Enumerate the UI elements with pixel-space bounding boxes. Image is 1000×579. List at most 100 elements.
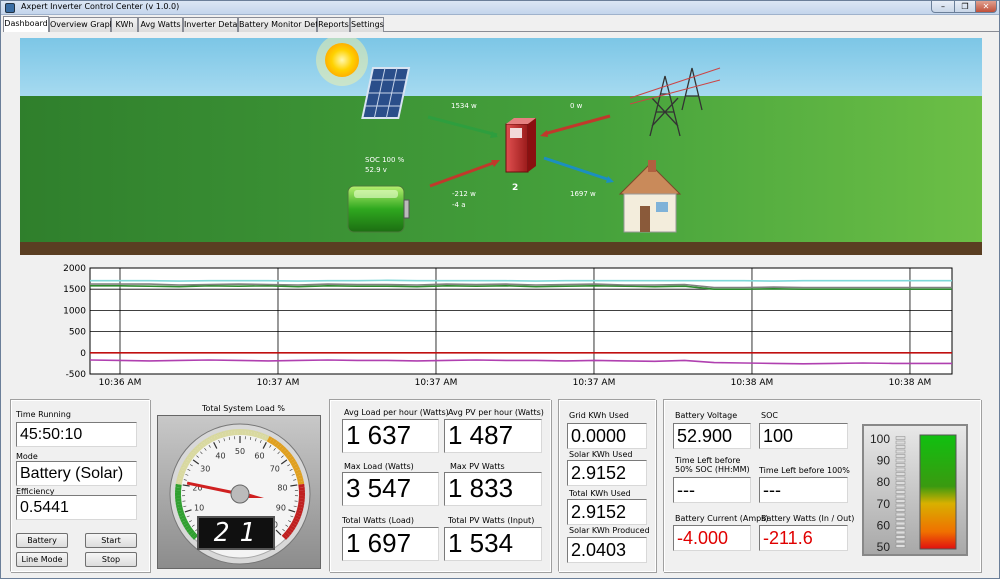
soc-tick-mark: [895, 481, 906, 485]
soc-tick-mark: [895, 476, 906, 481]
battery-current-label: Battery Current (Amps): [675, 514, 769, 523]
grid-kwh-label: Grid KWh Used: [569, 411, 629, 420]
tab-kwh[interactable]: KWh: [111, 17, 138, 32]
chart-ytick-label: 1500: [63, 285, 86, 295]
battery-voltage-label: 52.9 v: [365, 166, 387, 174]
soc-tick-mark: [895, 449, 906, 454]
chart-ytick-label: -500: [66, 370, 87, 380]
time-left-50-field: ---: [673, 477, 751, 503]
tab-avg-watts[interactable]: Avg Watts: [138, 17, 183, 32]
chart-xtick-label: 10:38 AM: [889, 378, 932, 388]
battery-icon: [347, 185, 410, 233]
gauge-digital-readout: 21: [197, 516, 275, 550]
gauge-band-segment: [177, 472, 185, 477]
mode-field: Battery (Solar): [16, 461, 137, 486]
soc-tick-label: 60: [877, 518, 891, 532]
gauge-band-segment: [175, 480, 183, 485]
soc-tick-mark: [895, 445, 906, 449]
gauge-band-segment: [293, 466, 301, 472]
gauge-band-segment: [188, 529, 195, 536]
soc-tick-mark: [895, 521, 906, 526]
soc-tick-mark: [895, 458, 906, 463]
total-load-field: 1 697: [342, 527, 439, 561]
gauge-tick-label: 40: [215, 452, 225, 461]
total-pv-label: Total PV Watts (Input): [448, 516, 535, 525]
gauge-band-segment: [177, 474, 184, 480]
gauge-band-segment: [176, 506, 184, 512]
gauge-tick-label: 80: [277, 483, 287, 492]
soc-tick-mark: [895, 436, 906, 440]
gauge-band-segment: [179, 514, 186, 520]
gauge-band-segment: [297, 477, 304, 483]
gauge-band-segment: [290, 522, 297, 528]
soc-tick-label: 100: [870, 432, 890, 446]
time-left-50-label: Time Left before 50% SOC (HH:MM): [675, 456, 750, 474]
gauge-band-segment: [287, 455, 295, 462]
chart-ytick-label: 0: [80, 349, 86, 359]
tab-dashboard[interactable]: Dashboard: [3, 16, 49, 32]
gauge-band-segment: [175, 504, 183, 509]
gauge-band-segment: [296, 509, 303, 515]
gauge-band-segment: [292, 463, 299, 469]
battery-voltage-field: 52.900: [673, 423, 751, 449]
solar-kwh-produced-label: Solar KWh Produced: [569, 526, 650, 535]
chart-ytick-label: 1000: [63, 306, 86, 316]
soc-tick-label: 50: [877, 540, 891, 554]
solar-kwh-produced-field: 2.0403: [567, 537, 647, 563]
soc-tick-mark: [895, 440, 906, 445]
tab-inverter-detail[interactable]: Inverter Detail: [183, 17, 242, 32]
efficiency-field: 0.5441: [16, 495, 137, 520]
gauge-band-segment: [261, 433, 267, 441]
soc-tick-mark: [895, 517, 906, 521]
gauge-band-segment: [273, 440, 280, 448]
gauge-band-segment: [176, 477, 183, 483]
soc-tick-label: 80: [877, 475, 891, 489]
gauge-band-segment: [213, 433, 219, 441]
gauge-band-segment: [183, 522, 190, 528]
gauge-band-segment: [224, 430, 230, 437]
tab-settings[interactable]: Settings: [350, 17, 384, 32]
gauge-band-segment: [250, 430, 256, 437]
minimize-button[interactable]: –: [931, 1, 955, 13]
gauge-band-segment: [294, 469, 302, 475]
tab-reports[interactable]: Reports: [317, 17, 350, 32]
gauge-band-segment: [202, 439, 209, 446]
max-load-field: 3 547: [342, 472, 439, 506]
gauge-band-segment: [286, 453, 293, 460]
soc-tick-mark: [895, 499, 906, 503]
chart-xtick-label: 10:38 AM: [731, 378, 774, 388]
gauge-band-segment: [285, 529, 292, 536]
stop-button[interactable]: Stop: [85, 552, 137, 567]
gauge-tick-label: 30: [200, 465, 210, 474]
tab-battery-monitor-detail[interactable]: Battery Monitor Detail: [238, 17, 328, 32]
start-button[interactable]: Start: [85, 533, 137, 548]
app-window: Axpert Inverter Control Center (v 1.0.0)…: [0, 0, 1000, 579]
gauge-band-segment: [219, 431, 224, 439]
inverter-icon: [505, 118, 536, 173]
line-mode-button[interactable]: Line Mode: [16, 552, 68, 567]
battery-button[interactable]: Battery: [16, 533, 68, 548]
gauge-band-segment: [178, 469, 186, 475]
time-left-100-label: Time Left before 100%: [759, 466, 850, 475]
tab-overview-graph[interactable]: Overview Graph: [49, 17, 115, 32]
soc-tick-label: 90: [877, 454, 891, 468]
total-kwh-label: Total KWh Used: [569, 489, 631, 498]
avg-load-label: Avg Load per hour (Watts): [344, 408, 449, 417]
gauge-band-segment: [295, 512, 302, 517]
battery-watts-label: -212 w: [452, 190, 476, 198]
load-watts-label: 1697 w: [570, 190, 596, 198]
soc-tick-mark: [895, 544, 906, 548]
mode-label: Mode: [16, 452, 38, 461]
close-button[interactable]: ✕: [975, 1, 997, 13]
gauge-band-segment: [207, 436, 214, 443]
gauge-tick-label: 70: [270, 465, 280, 474]
gauge-band-segment: [216, 432, 221, 440]
battery-panel: Battery Voltage 52.900 SOC 100 Time Left…: [663, 399, 981, 572]
max-pv-field: 1 833: [444, 472, 542, 506]
avg-pv-label: Avg PV per hour (Watts): [448, 408, 544, 417]
gauge-band-segment: [269, 437, 275, 445]
gauge-band-segment: [271, 439, 278, 446]
maximize-button[interactable]: ❐: [954, 1, 976, 13]
battery-watts-label-2: Battery Watts (In / Out): [761, 514, 855, 523]
gauge-band-segment: [187, 453, 194, 460]
